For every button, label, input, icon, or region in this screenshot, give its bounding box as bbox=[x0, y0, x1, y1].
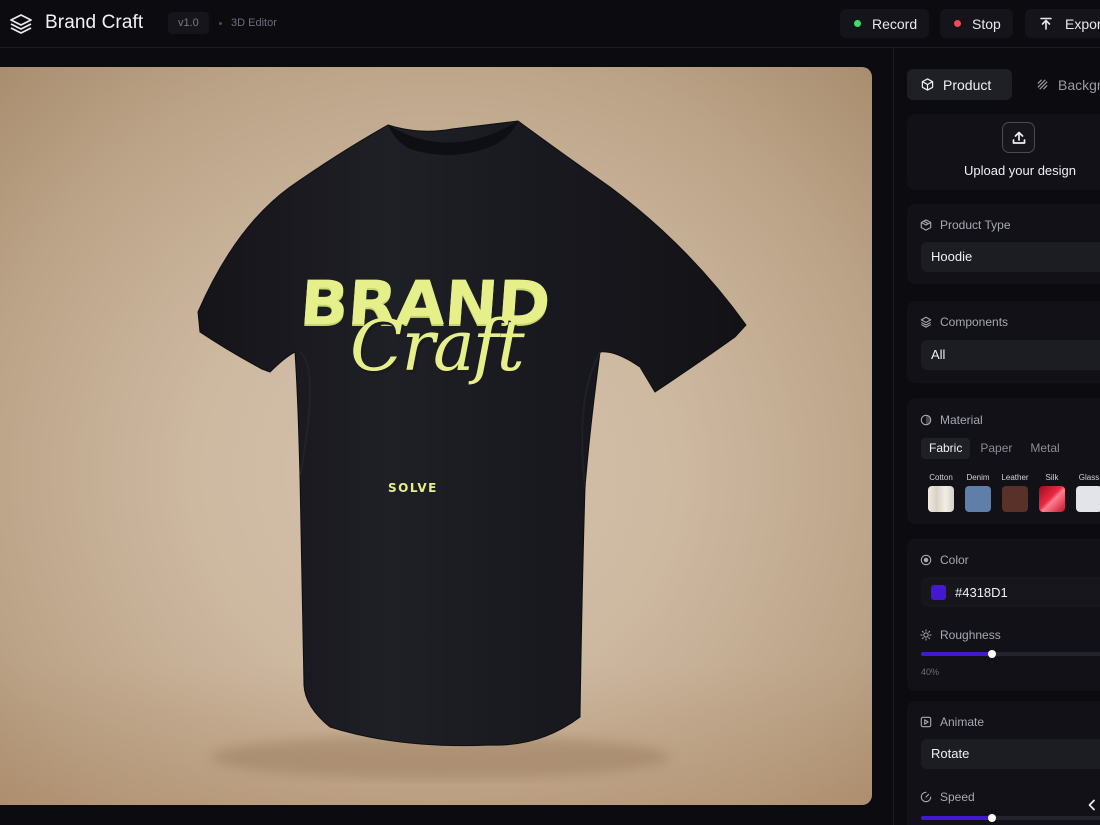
color-target-icon bbox=[920, 554, 932, 566]
slider-fill bbox=[921, 652, 993, 656]
upload-label: Upload your design bbox=[963, 163, 1077, 178]
components-select[interactable]: All bbox=[921, 340, 1100, 370]
product-type-select[interactable]: Hoodie bbox=[921, 242, 1100, 272]
print-craft-text: Craft bbox=[350, 305, 525, 387]
cube-icon bbox=[921, 78, 934, 91]
mode-label: 3D Editor bbox=[231, 17, 277, 29]
components-header: Components bbox=[920, 315, 1008, 329]
color-header: Color bbox=[920, 553, 969, 567]
slider-thumb[interactable] bbox=[988, 814, 997, 822]
slider-fill bbox=[921, 816, 993, 820]
stop-label: Stop bbox=[972, 15, 1001, 32]
roughness-min: 40% bbox=[921, 667, 940, 677]
record-label: Record bbox=[872, 15, 918, 32]
swatch-chip bbox=[1002, 486, 1028, 512]
product-type-value: Hoodie bbox=[931, 249, 973, 264]
speed-slider[interactable] bbox=[921, 814, 1100, 822]
speed-icon bbox=[920, 791, 932, 803]
tab-fabric[interactable]: Fabric bbox=[921, 438, 971, 459]
swatch-glass[interactable]: Glass bbox=[1072, 472, 1100, 512]
tab-background[interactable]: Background bbox=[1022, 69, 1100, 100]
top-bar: Brand Craft v1.0 3D Editor Record Stop E… bbox=[0, 0, 1100, 48]
export-label: Export bbox=[1065, 15, 1100, 32]
product-type-title: Product Type bbox=[940, 218, 1011, 232]
swatch-label: Leather bbox=[1001, 473, 1029, 482]
swatch-label: Cotton bbox=[929, 473, 953, 482]
play-icon bbox=[920, 716, 932, 728]
roughness-header: Roughness bbox=[920, 628, 1001, 642]
roughness-label: Roughness bbox=[940, 628, 1001, 642]
tab-metal[interactable]: Metal bbox=[1022, 438, 1067, 459]
roughness-slider[interactable] bbox=[921, 650, 1100, 658]
color-input[interactable]: #4318D1 bbox=[921, 577, 1100, 607]
swatch-chip bbox=[1076, 486, 1100, 512]
animate-select[interactable]: Rotate bbox=[921, 739, 1100, 769]
3d-viewport[interactable]: BRAND Craft SOLVE bbox=[0, 67, 872, 805]
speed-header: Speed bbox=[920, 790, 975, 804]
upload-icon bbox=[1012, 131, 1025, 144]
tab-product-label: Product bbox=[943, 76, 992, 93]
swatch-denim[interactable]: Denim bbox=[961, 472, 995, 512]
stop-button[interactable]: Stop bbox=[940, 9, 1013, 38]
tshirt-model[interactable] bbox=[0, 67, 872, 805]
record-button[interactable]: Record bbox=[840, 9, 929, 38]
components-card: Components All bbox=[907, 301, 1100, 383]
tab-paper[interactable]: Paper bbox=[972, 438, 1020, 459]
speed-label: Speed bbox=[940, 790, 975, 804]
material-icon bbox=[920, 414, 932, 426]
chevron-left-icon[interactable] bbox=[1085, 798, 1099, 812]
swatch-silk[interactable]: Silk bbox=[1035, 472, 1069, 512]
tab-background-label: Background bbox=[1058, 76, 1100, 93]
swatch-chip bbox=[965, 486, 991, 512]
material-header: Material bbox=[920, 413, 983, 427]
swatch-chip bbox=[928, 486, 954, 512]
tab-product[interactable]: Product bbox=[907, 69, 1012, 100]
material-swatches: Cotton Denim Leather Silk Glass bbox=[924, 472, 1100, 512]
export-button[interactable]: Export bbox=[1025, 9, 1100, 38]
material-tabs: Fabric Paper Metal bbox=[921, 438, 1070, 459]
material-title: Material bbox=[940, 413, 983, 427]
layers-icon bbox=[920, 316, 932, 328]
components-title: Components bbox=[940, 315, 1009, 329]
package-icon bbox=[920, 219, 932, 231]
export-icon bbox=[1040, 17, 1052, 30]
color-hex-value: #4318D1 bbox=[955, 584, 1008, 600]
color-swatch[interactable] bbox=[931, 584, 946, 600]
swatch-label: Glass bbox=[1078, 473, 1100, 482]
animate-header: Animate bbox=[920, 715, 984, 729]
animate-card: Animate Rotate Speed bbox=[907, 701, 1100, 825]
color-title: Color bbox=[940, 553, 969, 567]
swatch-label: Silk bbox=[1045, 473, 1059, 482]
animate-value: Rotate bbox=[931, 746, 970, 761]
material-card: Material Fabric Paper Metal Cotton Denim… bbox=[907, 398, 1100, 524]
sun-icon bbox=[920, 629, 932, 641]
components-value: All bbox=[931, 347, 946, 362]
slider-thumb[interactable] bbox=[988, 650, 997, 658]
swatch-chip bbox=[1039, 486, 1065, 512]
print-solve-text: SOLVE bbox=[388, 481, 438, 495]
swatch-label: Denim bbox=[966, 473, 990, 482]
separator-dot bbox=[219, 22, 222, 25]
record-dot-icon bbox=[854, 20, 861, 27]
version-badge: v1.0 bbox=[168, 12, 209, 34]
upload-button[interactable] bbox=[1002, 122, 1035, 153]
swatch-cotton[interactable]: Cotton bbox=[924, 472, 958, 512]
swatch-leather[interactable]: Leather bbox=[998, 472, 1032, 512]
color-card: Color #4318D1 Roughness 40% 10 bbox=[907, 539, 1100, 691]
properties-panel: Product Background Upload your design Pr… bbox=[893, 48, 1100, 825]
animate-title: Animate bbox=[940, 715, 985, 729]
app-title: Brand Craft bbox=[45, 12, 144, 33]
texture-icon bbox=[1037, 79, 1048, 90]
stop-dot-icon bbox=[954, 20, 961, 27]
layers-icon[interactable] bbox=[9, 12, 33, 36]
product-type-card: Product Type Hoodie bbox=[907, 204, 1100, 284]
product-type-header: Product Type bbox=[920, 218, 1011, 232]
upload-card[interactable]: Upload your design bbox=[907, 114, 1100, 190]
